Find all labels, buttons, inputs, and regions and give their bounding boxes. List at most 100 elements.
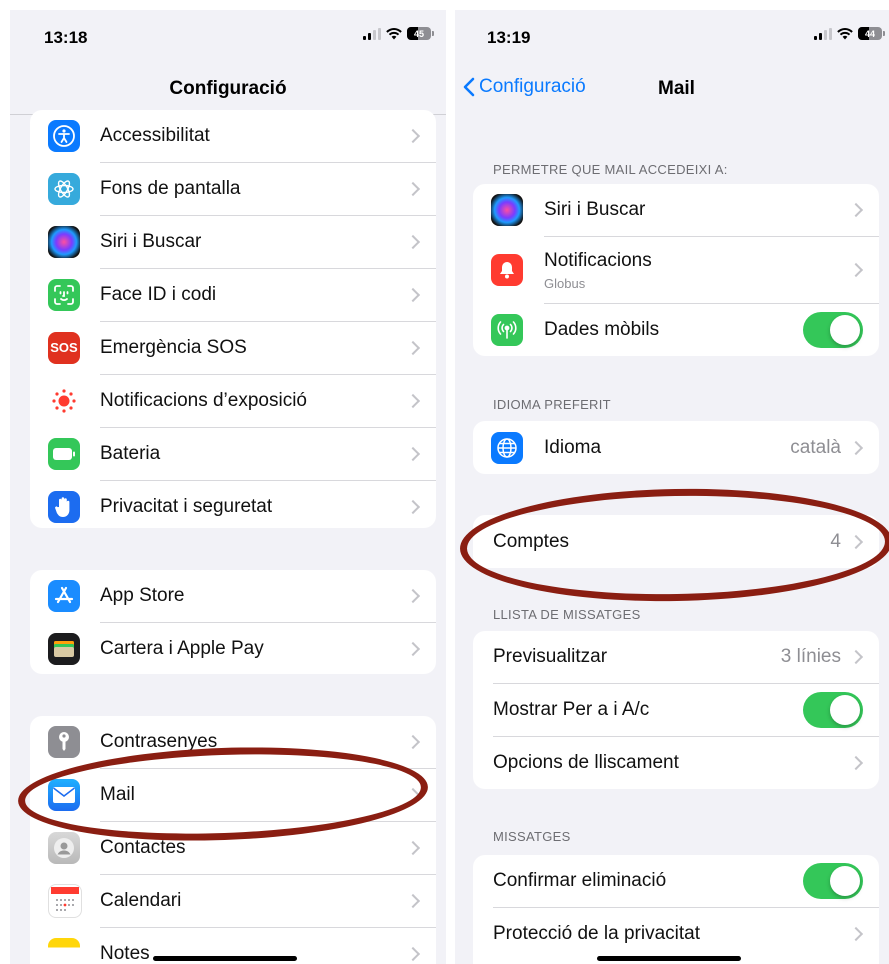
mail-group-messages: Confirmar eliminació Protecció de la pri… (473, 855, 879, 964)
settings-row-appstore[interactable]: App Store (30, 570, 436, 621)
exposure-icon (48, 384, 80, 417)
settings-group-system: Accessibilitat Fons de pantalla Siri i B… (30, 110, 436, 528)
notes-icon (48, 937, 80, 964)
row-label: Calendari (100, 889, 182, 911)
row-label: Fons de pantalla (100, 177, 241, 199)
section-header-messages: MISSATGES (493, 829, 571, 844)
nav-bar: Configuració Mail (455, 68, 889, 110)
chevron-right-icon (405, 181, 421, 196)
language-value: català (790, 436, 841, 458)
row-label: Cartera i Apple Pay (100, 637, 264, 659)
settings-row-exposure[interactable]: Notificacions d’exposició (30, 375, 436, 426)
status-bar: 13:19 44 (455, 10, 889, 60)
row-label: Idioma (544, 436, 602, 458)
row-label: Dades mòbils (544, 319, 660, 340)
status-icons: 44 (814, 27, 885, 40)
row-label: Emergència SOS (100, 336, 247, 358)
contacts-icon (48, 831, 80, 864)
row-label: Notificacions (544, 249, 652, 271)
calendar-icon (48, 883, 82, 918)
settings-row-wallpaper[interactable]: Fons de pantalla (30, 163, 436, 214)
globe-icon (491, 431, 523, 464)
row-label: Confirmar eliminació (493, 870, 667, 891)
row-language[interactable]: Idioma català (473, 421, 879, 474)
row-cellular-data: Dades mòbils (473, 304, 879, 356)
antenna-icon (491, 314, 523, 346)
row-label: Protecció de la privacitat (493, 923, 700, 944)
chevron-right-icon (848, 440, 864, 455)
settings-row-accessibility[interactable]: Accessibilitat (30, 110, 436, 161)
mail-settings-screen: 13:19 44 Configuració Mail PERMETRE QUE … (455, 10, 889, 964)
home-indicator[interactable] (153, 956, 297, 961)
key-icon (48, 725, 80, 758)
chevron-right-icon (405, 641, 421, 656)
row-label: Opcions de lliscament (493, 752, 679, 773)
row-confirm-delete: Confirmar eliminació (473, 855, 879, 907)
row-swipe-options[interactable]: Opcions de lliscament (473, 737, 879, 789)
mail-group-allow: Siri i Buscar Notificacions Globus Dades… (473, 184, 879, 356)
row-privacy-protection[interactable]: Protecció de la privacitat (473, 908, 879, 960)
page-title: Mail (658, 78, 695, 99)
battery-icon (48, 437, 80, 470)
faceid-icon (48, 278, 80, 311)
row-show-to-cc: Mostrar Per a i A/c (473, 684, 879, 736)
chevron-right-icon (405, 893, 421, 908)
bell-icon (491, 254, 523, 286)
row-label: Previsualitzar (493, 646, 608, 667)
section-header-allow: PERMETRE QUE MAIL ACCEDEIXI A: (493, 162, 728, 177)
back-button[interactable]: Configuració (463, 76, 586, 98)
row-notifications[interactable]: Notificacions Globus (473, 237, 879, 303)
chevron-right-icon (848, 202, 864, 218)
preview-value: 3 línies (780, 646, 841, 667)
row-label: Privacitat i seguretat (100, 495, 273, 517)
row-label: Accessibilitat (100, 124, 210, 146)
chevron-right-icon (848, 755, 864, 771)
mail-group-language: Idioma català (473, 421, 879, 474)
row-siri-search[interactable]: Siri i Buscar (473, 184, 879, 236)
signal-icon (363, 27, 381, 40)
cellular-data-toggle[interactable] (803, 312, 863, 348)
page-title: Configuració (169, 78, 287, 99)
settings-row-battery[interactable]: Bateria (30, 428, 436, 479)
row-label: Notes (100, 942, 150, 964)
chevron-right-icon (405, 234, 421, 249)
row-label: Siri i Buscar (544, 199, 646, 220)
chevron-right-icon (848, 649, 864, 665)
row-sublabel: Globus (544, 275, 586, 291)
confirm-delete-toggle[interactable] (803, 863, 863, 899)
appstore-icon (48, 579, 80, 612)
chevron-right-icon (405, 840, 421, 855)
signal-icon (814, 27, 832, 40)
row-label: Bateria (100, 442, 161, 464)
chevron-right-icon (405, 588, 421, 603)
row-label: App Store (100, 584, 185, 606)
settings-row-calendar[interactable]: Calendari (30, 875, 436, 926)
chevron-right-icon (848, 262, 864, 278)
section-header-message-list: LLISTA DE MISSATGES (493, 607, 641, 622)
sos-icon: SOS (48, 331, 80, 364)
row-label: Mostrar Per a i A/c (493, 699, 650, 720)
row-label: Siri i Buscar (100, 230, 202, 252)
status-bar: 13:18 45 (10, 10, 446, 60)
row-label: Face ID i codi (100, 283, 217, 305)
chevron-right-icon (405, 340, 421, 355)
show-to-cc-toggle[interactable] (803, 692, 863, 728)
status-time: 13:19 (487, 28, 531, 47)
settings-row-faceid[interactable]: Face ID i codi (30, 269, 436, 320)
nav-bar: Configuració (10, 68, 446, 110)
chevron-right-icon (405, 287, 421, 302)
chevron-right-icon (405, 946, 421, 961)
settings-row-privacy[interactable]: Privacitat i seguretat (30, 481, 436, 528)
chevron-right-icon (405, 734, 421, 749)
row-preview[interactable]: Previsualitzar 3 línies (473, 631, 879, 683)
battery-status-icon: 45 (407, 27, 434, 40)
settings-row-siri[interactable]: Siri i Buscar (30, 216, 436, 267)
mail-group-message-list: Previsualitzar 3 línies Mostrar Per a i … (473, 631, 879, 789)
settings-row-wallet[interactable]: Cartera i Apple Pay (30, 623, 436, 674)
home-indicator[interactable] (597, 956, 741, 961)
hand-icon (48, 490, 80, 523)
chevron-right-icon (405, 128, 421, 143)
settings-row-sos[interactable]: SOS Emergència SOS (30, 322, 436, 373)
wifi-icon (837, 27, 853, 39)
status-time: 13:18 (44, 28, 88, 47)
